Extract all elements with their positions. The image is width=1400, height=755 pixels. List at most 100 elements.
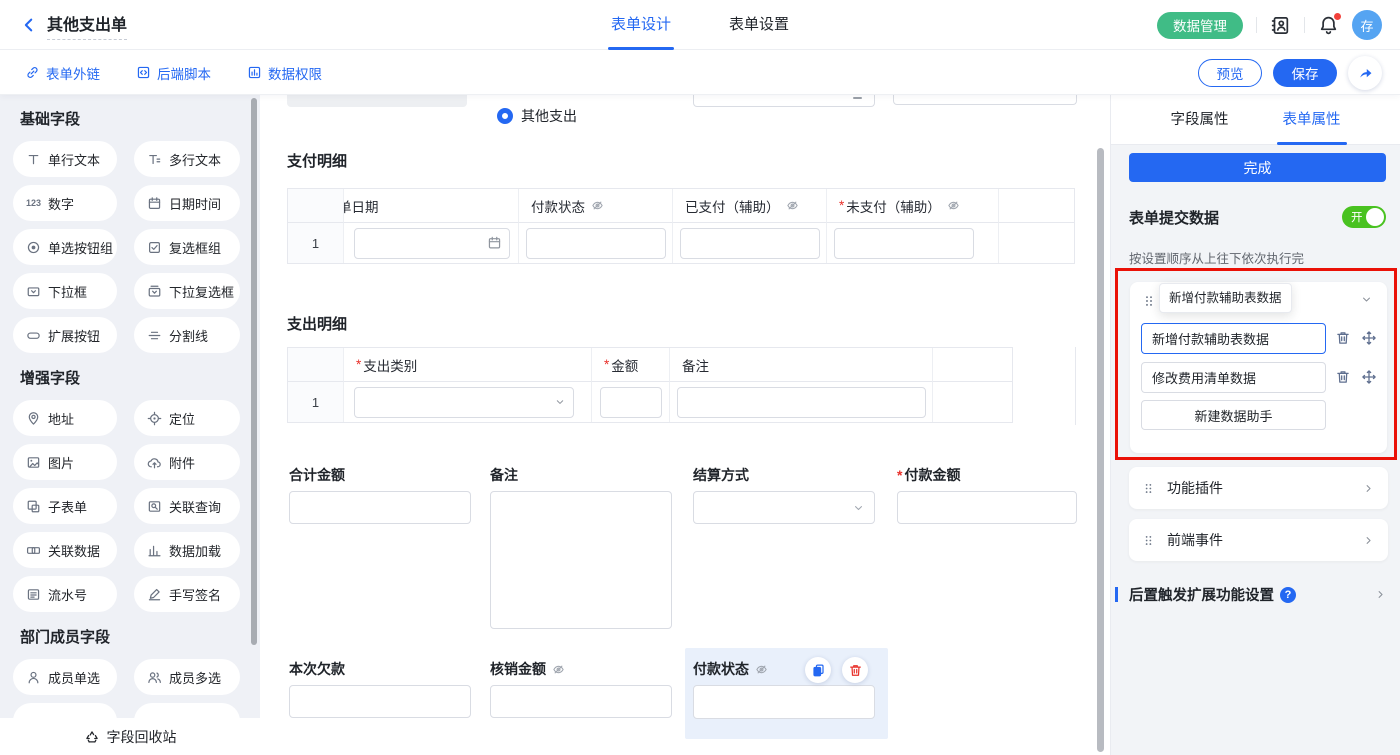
save-button[interactable]: 保存: [1273, 59, 1337, 87]
panel-tab-field-properties[interactable]: 字段属性: [1171, 95, 1229, 145]
radio-selected-icon[interactable]: [497, 108, 513, 124]
tab-form-settings[interactable]: 表单设置: [729, 0, 789, 50]
field-button-number[interactable]: 123数字: [13, 185, 117, 221]
payment-status-input[interactable]: [693, 685, 875, 719]
drag-handle-icon: [1142, 482, 1155, 495]
field-button-extend-button[interactable]: 扩展按钮: [13, 317, 117, 353]
field-button-checkbox-group[interactable]: 复选框组: [134, 229, 240, 265]
field-button-lookup[interactable]: 关联查询: [134, 488, 240, 524]
field-button-select[interactable]: 下拉框: [13, 273, 117, 309]
form-field-total-amount[interactable]: 合计金额: [289, 467, 471, 524]
form-field-writeoff-amount[interactable]: 核销金额: [490, 661, 672, 718]
extend-button-icon: [26, 328, 41, 343]
sidebar-scrollbar[interactable]: [251, 98, 257, 645]
field-button-label: 分割线: [169, 326, 208, 345]
field-button-signature[interactable]: 手写签名: [134, 576, 240, 612]
member-single-icon: [26, 670, 41, 685]
form-field-remark[interactable]: 备注: [490, 467, 672, 629]
total-amount-input[interactable]: [289, 491, 471, 524]
writeoff-amount-input[interactable]: [490, 685, 672, 718]
toolbar-link-form-external-link[interactable]: 表单外链: [25, 63, 100, 83]
delete-field-button[interactable]: [842, 657, 868, 683]
expense-detail-table: *支出类别*金额备注1: [287, 347, 1013, 423]
toolbar-link-data-permission[interactable]: 数据权限: [247, 63, 322, 83]
bell-icon[interactable]: [1318, 15, 1339, 36]
done-button[interactable]: 完成: [1129, 153, 1386, 182]
field-button-member-multi[interactable]: 成员多选: [134, 659, 240, 695]
table-cell-input[interactable]: [354, 228, 510, 259]
table-cell-input[interactable]: [834, 228, 974, 259]
field-button-linked-data[interactable]: 关联数据: [13, 532, 117, 568]
toolbar-link-backend-script[interactable]: 后端脚本: [136, 63, 211, 83]
canvas-scrollbar[interactable]: [1097, 148, 1104, 752]
table-cell-input[interactable]: [354, 387, 574, 418]
field-button-multi-line-text[interactable]: 多行文本: [134, 141, 240, 177]
field-button-label: 定位: [169, 409, 195, 428]
delete-assistant-button[interactable]: [1335, 369, 1351, 385]
divider: [1256, 17, 1257, 33]
form-field-settlement-method[interactable]: 结算方式: [693, 467, 875, 524]
field-button-single-line-text[interactable]: 单行文本: [13, 141, 117, 177]
field-button-subform[interactable]: 子表单: [13, 488, 117, 524]
tab-form-design[interactable]: 表单设计: [611, 0, 671, 50]
move-assistant-button[interactable]: [1361, 330, 1377, 346]
radio-option-other-expense[interactable]: 其他支出: [497, 106, 577, 126]
expense-detail-title: 支出明细: [287, 313, 347, 334]
chevron-right-icon: [1362, 534, 1375, 547]
share-button[interactable]: [1348, 56, 1382, 90]
assistant-item-input[interactable]: 修改费用清单数据: [1141, 362, 1326, 393]
panel-card-frontend-events[interactable]: 前端事件: [1129, 519, 1388, 561]
post-trigger-settings[interactable]: 后置触发扩展功能设置 ?: [1115, 584, 1397, 605]
section-marker: [1115, 587, 1118, 602]
eye-off-icon: [755, 663, 768, 676]
field-button-address[interactable]: 地址: [13, 400, 117, 436]
help-icon[interactable]: ?: [1280, 587, 1296, 603]
selected-field-payment-status[interactable]: 付款状态: [685, 648, 888, 739]
panel-card-function-plugins[interactable]: 功能插件: [1129, 467, 1388, 509]
clipped-select-top: [693, 95, 875, 107]
form-field-payment-amount[interactable]: *付款金额: [897, 467, 1077, 524]
avatar[interactable]: 存: [1352, 10, 1382, 40]
table-cell-input[interactable]: [680, 228, 820, 259]
submit-toggle[interactable]: 开: [1342, 206, 1386, 228]
field-button-member-single[interactable]: 成员单选: [13, 659, 117, 695]
data-manage-button[interactable]: 数据管理: [1157, 12, 1243, 39]
contacts-icon[interactable]: [1270, 15, 1291, 36]
field-button-datetime[interactable]: 日期时间: [134, 185, 240, 221]
field-sidebar: 基础字段单行文本多行文本123数字日期时间单选按钮组复选框组下拉框下拉复选框扩展…: [0, 95, 260, 755]
field-button-data-load[interactable]: 数据加载: [134, 532, 240, 568]
field-button-radio-group[interactable]: 单选按钮组: [13, 229, 117, 265]
field-button-multi-select[interactable]: 下拉复选框: [134, 273, 240, 309]
field-recycle-bin[interactable]: 字段回收站: [0, 718, 260, 755]
chevron-down-icon[interactable]: [1360, 293, 1373, 306]
copy-field-button[interactable]: [805, 657, 831, 683]
field-button-locate[interactable]: 定位: [134, 400, 240, 436]
number-icon: 123: [26, 198, 41, 208]
attachment-icon: [147, 455, 162, 470]
recycle-icon: [84, 729, 100, 745]
current-debt-input[interactable]: [289, 685, 471, 718]
column-header: 已支付（辅助）: [673, 189, 827, 223]
delete-assistant-button[interactable]: [1335, 330, 1351, 346]
field-button-divider[interactable]: 分割线: [134, 317, 240, 353]
panel-tab-form-properties[interactable]: 表单属性: [1283, 95, 1341, 145]
field-button-image[interactable]: 图片: [13, 444, 117, 480]
new-assistant-button[interactable]: 新建数据助手: [1141, 400, 1326, 430]
table-cell-input[interactable]: [677, 387, 926, 418]
preview-button[interactable]: 预览: [1198, 59, 1262, 87]
remark-input[interactable]: [490, 491, 672, 629]
field-button-attachment[interactable]: 附件: [134, 444, 240, 480]
assistant-item-input[interactable]: 新增付款辅助表数据: [1141, 323, 1326, 354]
payment-amount-input[interactable]: [897, 491, 1077, 524]
divider-icon: [147, 328, 162, 343]
drag-handle-icon[interactable]: [1142, 294, 1156, 308]
form-canvas: 其他支出 支付明细 单日期付款状态已支付（辅助）*未支付（辅助）1 支出明细 *…: [260, 95, 1110, 755]
form-field-current-debt[interactable]: 本次欠款: [289, 661, 471, 718]
table-cell-input[interactable]: [526, 228, 666, 259]
field-button-serial-number[interactable]: 流水号: [13, 576, 117, 612]
settlement-method-input[interactable]: [693, 491, 875, 524]
subform-icon: [26, 499, 41, 514]
move-assistant-button[interactable]: [1361, 369, 1377, 385]
checkbox-group-icon: [147, 240, 162, 255]
table-cell-input[interactable]: [600, 387, 662, 418]
